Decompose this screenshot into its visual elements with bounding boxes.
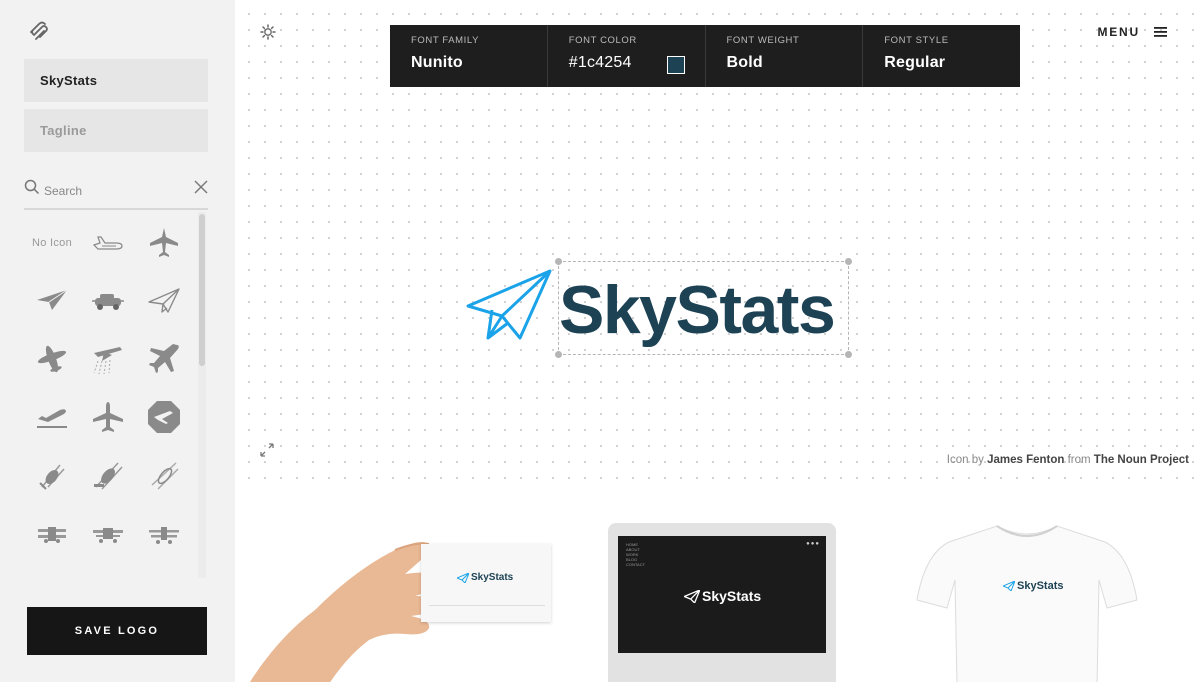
gear-icon[interactable] xyxy=(260,24,276,40)
paper-plane-icon xyxy=(684,589,700,603)
font-color-selector[interactable]: FONT COLOR #1c4254 xyxy=(548,25,706,87)
color-swatch[interactable] xyxy=(666,56,685,74)
resize-handle-bottom-right[interactable] xyxy=(845,351,852,358)
hamburger-menu-icon[interactable] xyxy=(1154,27,1167,37)
monitor-screen: HOME ABOUT WORK BLOG CONTACT ●●● SkyStat… xyxy=(618,536,826,653)
credit-author[interactable]: James Fenton xyxy=(987,454,1064,466)
icon-credit: Icon by James Fenton from The Noun Proje… xyxy=(947,454,1189,466)
paper-plane-solid-icon[interactable] xyxy=(24,272,80,330)
no-icon-label: No Icon xyxy=(31,237,72,249)
icon-search-bar xyxy=(24,174,208,210)
font-family-label: FONT FAMILY xyxy=(411,35,480,46)
icon-search-input[interactable] xyxy=(44,181,184,201)
close-icon[interactable] xyxy=(194,180,208,194)
credit-prefix: Icon by xyxy=(946,454,984,466)
no-icon-option[interactable]: No Icon xyxy=(24,214,80,272)
icon-grid: No Icon xyxy=(24,214,192,578)
car-plane-icon[interactable] xyxy=(80,272,136,330)
font-style-value: Regular xyxy=(884,54,946,71)
monitor-mockup: HOME ABOUT WORK BLOG CONTACT ●●● SkyStat… xyxy=(608,523,836,682)
business-card-mockup: SkyStats xyxy=(235,526,565,682)
helicopter-icon[interactable] xyxy=(24,446,80,504)
business-card: SkyStats xyxy=(421,544,551,622)
font-weight-value: Bold xyxy=(726,54,763,71)
font-family-selector[interactable]: FONT FAMILY Nunito xyxy=(390,25,548,87)
paper-plane-icon xyxy=(1003,581,1015,591)
card-logo: SkyStats xyxy=(457,572,513,583)
crop-duster-icon[interactable] xyxy=(80,330,136,388)
credit-source[interactable]: The Noun Project xyxy=(1094,454,1189,466)
icon-grid-scrollbar[interactable] xyxy=(198,212,206,578)
menu-label[interactable]: MENU xyxy=(1097,25,1140,39)
squarespace-logo-icon[interactable] xyxy=(27,20,51,44)
tshirt-mockup: SkyStats xyxy=(915,520,1139,682)
logo-text[interactable]: SkyStats xyxy=(559,270,836,350)
sidebar: No Icon xyxy=(0,0,235,682)
helicopter-3-icon[interactable] xyxy=(136,446,192,504)
tshirt-logo: SkyStats xyxy=(1003,580,1063,592)
airplane-icon[interactable] xyxy=(136,214,192,272)
propeller-plane-icon[interactable] xyxy=(24,330,80,388)
resize-handle-top-left[interactable] xyxy=(555,258,562,265)
expand-icon[interactable] xyxy=(260,443,274,457)
screen-dots-icon: ●●● xyxy=(806,541,820,547)
scrollbar-thumb[interactable] xyxy=(199,214,205,366)
biplane-icon[interactable] xyxy=(24,504,80,562)
octagon-plane-icon[interactable] xyxy=(136,388,192,446)
resize-handle-top-right[interactable] xyxy=(845,258,852,265)
font-weight-selector[interactable]: FONT WEIGHT Bold xyxy=(706,25,864,87)
paper-plane-logo-icon[interactable] xyxy=(466,268,554,342)
airplane-top-icon[interactable] xyxy=(80,388,136,446)
biplane-2-icon[interactable] xyxy=(80,504,136,562)
card-footer xyxy=(429,605,545,615)
paper-plane-outline-icon[interactable] xyxy=(136,272,192,330)
helicopter-2-icon[interactable] xyxy=(80,446,136,504)
credit-middle: from xyxy=(1067,454,1091,466)
card-logo-text: SkyStats xyxy=(471,572,514,583)
biplane-3-icon[interactable] xyxy=(136,504,192,562)
logo-canvas[interactable]: FONT FAMILY Nunito FONT COLOR #1c4254 FO… xyxy=(235,0,1200,486)
font-weight-label: FONT WEIGHT xyxy=(726,35,800,46)
font-style-label: FONT STYLE xyxy=(884,35,949,46)
jet-icon[interactable] xyxy=(136,330,192,388)
screen-menu-contact: CONTACT xyxy=(626,562,646,567)
tshirt-logo-text: SkyStats xyxy=(1017,580,1064,592)
plane-side-outline-icon[interactable] xyxy=(80,214,136,272)
search-icon xyxy=(24,179,40,195)
mockup-previews: SkyStats HOME ABOUT WORK BLOG CONTACT ●●… xyxy=(235,486,1200,682)
departure-icon[interactable] xyxy=(24,388,80,446)
monitor-logo: SkyStats xyxy=(684,588,761,604)
font-style-selector[interactable]: FONT STYLE Regular xyxy=(863,25,1020,87)
save-logo-button[interactable]: SAVE LOGO xyxy=(27,607,207,655)
monitor-logo-text: SkyStats xyxy=(702,588,762,604)
logo-name-field[interactable] xyxy=(24,59,208,102)
resize-handle-bottom-left[interactable] xyxy=(555,351,562,358)
font-color-label: FONT COLOR xyxy=(568,35,637,46)
tagline-field[interactable] xyxy=(24,109,208,152)
tshirt-image xyxy=(916,525,1138,682)
font-toolbar: FONT FAMILY Nunito FONT COLOR #1c4254 FO… xyxy=(390,25,1020,87)
font-family-value: Nunito xyxy=(411,54,463,71)
paper-plane-icon xyxy=(457,572,469,583)
screen-menu: HOME ABOUT WORK BLOG CONTACT xyxy=(626,542,645,567)
